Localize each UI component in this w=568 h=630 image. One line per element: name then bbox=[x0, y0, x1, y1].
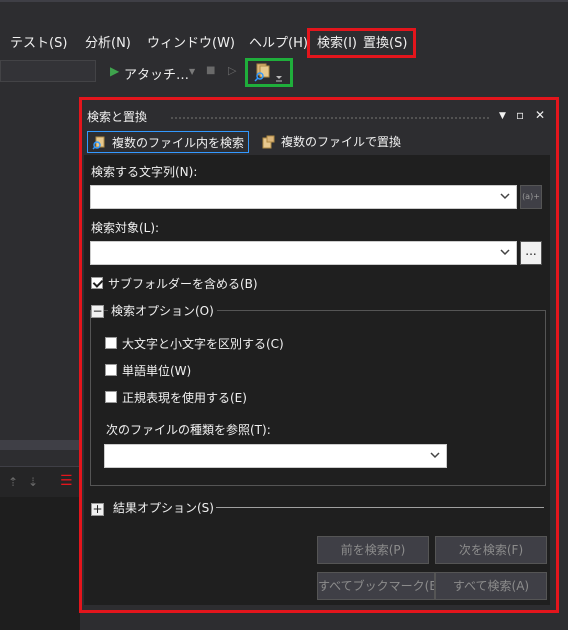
menu-bar: テスト(S) 分析(N) ウィンドウ(W) ヘルプ(H) 検索(I) 置換(S) bbox=[0, 30, 568, 56]
find-previous-button[interactable]: 前を検索(P) bbox=[317, 536, 429, 564]
tab-replace-in-files[interactable]: 複数のファイルで置換 bbox=[257, 131, 405, 153]
left-output-area bbox=[0, 497, 80, 630]
result-options-label: 結果オプション(S) bbox=[113, 501, 214, 515]
chevron-down-icon bbox=[500, 193, 510, 200]
browse-button[interactable]: ... bbox=[520, 241, 542, 265]
move-down-icon[interactable]: ⇣ bbox=[28, 475, 38, 489]
result-options-rule bbox=[216, 507, 544, 508]
attach-button[interactable]: アタッチ… bbox=[124, 64, 189, 83]
expand-result-options-toggle[interactable]: + bbox=[91, 503, 104, 516]
regex-label: 正規表現を使用する(E) bbox=[122, 391, 247, 405]
include-subfolders-checkbox[interactable] bbox=[91, 277, 103, 289]
dropdown-arrow-icon[interactable]: ▼ bbox=[189, 67, 195, 76]
replace-in-files-icon bbox=[262, 135, 275, 149]
find-options-label: 検索オプション(O) bbox=[108, 302, 217, 319]
tab-find-in-files[interactable]: 複数のファイル内を検索 bbox=[87, 131, 250, 153]
left-panel-splitter[interactable] bbox=[0, 440, 80, 450]
file-types-label: 次のファイルの種類を参照(T): bbox=[106, 423, 271, 437]
tab-replace-in-files-label: 複数のファイルで置換 bbox=[281, 135, 402, 149]
tab-find-in-files-label: 複数のファイル内を検索 bbox=[112, 136, 245, 150]
find-what-label: 検索する文字列(N): bbox=[91, 165, 198, 179]
match-case-label: 大文字と小文字を区別する(C) bbox=[122, 337, 284, 351]
step-icon[interactable]: ▷ bbox=[228, 64, 236, 77]
menu-analyze[interactable]: 分析(N) bbox=[85, 34, 131, 54]
left-tool-strip: ⇡ ⇣ ☰ bbox=[0, 466, 80, 497]
move-up-icon[interactable]: ⇡ bbox=[8, 475, 18, 489]
configuration-combo[interactable] bbox=[0, 60, 96, 82]
look-in-label: 検索対象(L): bbox=[91, 221, 160, 235]
find-what-combo[interactable] bbox=[90, 185, 517, 209]
regex-checkbox[interactable] bbox=[105, 391, 117, 403]
dialog-title: 検索と置換 bbox=[87, 110, 148, 124]
match-case-checkbox[interactable] bbox=[105, 337, 117, 349]
stop-icon[interactable]: ■ bbox=[206, 65, 215, 76]
title-grip[interactable] bbox=[170, 116, 490, 121]
play-icon[interactable]: ▶ bbox=[110, 64, 119, 78]
chevron-down-icon bbox=[430, 452, 440, 459]
find-next-button[interactable]: 次を検索(F) bbox=[435, 536, 547, 564]
regex-builder-button[interactable]: (a)+ bbox=[520, 185, 542, 209]
menu-window[interactable]: ウィンドウ(W) bbox=[147, 34, 235, 54]
maximize-icon[interactable]: ▫ bbox=[516, 108, 524, 122]
find-in-files-icon[interactable] bbox=[254, 63, 288, 83]
file-types-combo[interactable] bbox=[104, 444, 447, 468]
look-in-combo[interactable] bbox=[90, 241, 517, 265]
menu-test[interactable]: テスト(S) bbox=[10, 34, 67, 54]
collapse-find-options-toggle[interactable]: − bbox=[91, 305, 104, 318]
chevron-down-icon bbox=[500, 249, 510, 256]
title-bar bbox=[0, 0, 568, 30]
menu-highlight-frame bbox=[307, 28, 416, 58]
include-subfolders-label: サブフォルダーを含める(B) bbox=[108, 277, 258, 291]
menu-help[interactable]: ヘルプ(H) bbox=[249, 34, 308, 54]
find-in-files-icon bbox=[92, 136, 105, 150]
whole-word-label: 単語単位(W) bbox=[122, 364, 192, 378]
clear-list-icon[interactable]: ☰ bbox=[60, 473, 73, 489]
whole-word-checkbox[interactable] bbox=[105, 364, 117, 376]
bookmark-all-button[interactable]: すべてブックマーク(B) bbox=[317, 572, 435, 600]
find-all-button[interactable]: すべて検索(A) bbox=[435, 572, 547, 600]
close-icon[interactable]: ✕ bbox=[535, 108, 545, 122]
window-menu-icon[interactable]: ▼ bbox=[499, 111, 506, 121]
